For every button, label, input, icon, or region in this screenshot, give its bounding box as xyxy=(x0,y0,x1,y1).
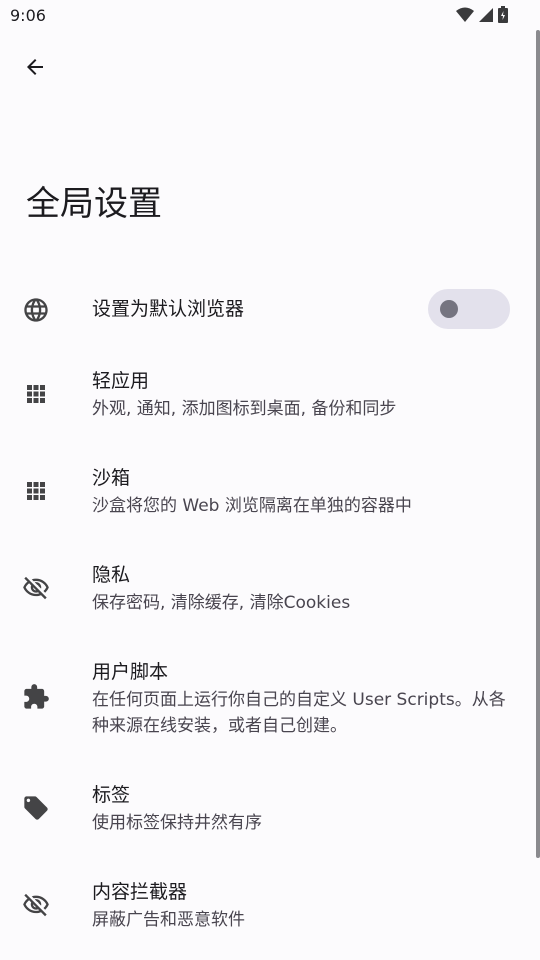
setting-tags[interactable]: 标签 使用标签保持井然有序 xyxy=(0,778,530,842)
globe-icon xyxy=(20,294,52,326)
toggle-knob xyxy=(440,300,458,318)
setting-subtitle: 屏蔽广告和恶意软件 xyxy=(92,910,245,930)
apps-grid-icon xyxy=(20,378,52,410)
back-button[interactable] xyxy=(14,46,56,88)
setting-privacy[interactable]: 隐私 保存密码, 清除缓存, 清除Cookies xyxy=(0,558,530,622)
eye-off-icon xyxy=(20,572,52,604)
setting-subtitle: 沙盒将您的 Web 浏览隔离在单独的容器中 xyxy=(92,496,412,516)
setting-subtitle: 外观, 通知, 添加图标到桌面, 备份和同步 xyxy=(92,399,397,419)
apps-grid-icon xyxy=(20,475,52,507)
setting-title: 隐私 xyxy=(92,564,131,586)
setting-title: 用户脚本 xyxy=(92,661,169,683)
setting-title: 沙箱 xyxy=(92,467,131,489)
setting-subtitle: 保存密码, 清除缓存, 清除Cookies xyxy=(92,593,351,613)
setting-sandbox[interactable]: 沙箱 沙盒将您的 Web 浏览隔离在单独的容器中 xyxy=(0,461,530,525)
setting-user-scripts[interactable]: 用户脚本 在任何页面上运行你自己的自定义 User Scripts。从各种来源在… xyxy=(0,655,530,745)
scrollbar[interactable] xyxy=(536,30,540,858)
setting-light-apps[interactable]: 轻应用 外观, 通知, 添加图标到桌面, 备份和同步 xyxy=(0,364,530,428)
wifi-icon xyxy=(456,7,474,22)
page-title: 全局设置 xyxy=(26,184,162,224)
tag-icon xyxy=(20,792,52,824)
cellular-signal-icon xyxy=(479,7,493,22)
status-time: 9:06 xyxy=(10,6,46,25)
setting-subtitle: 使用标签保持井然有序 xyxy=(92,813,262,833)
setting-title: 设置为默认浏览器 xyxy=(92,298,245,320)
status-icons xyxy=(456,6,508,23)
eye-off-icon xyxy=(20,889,52,921)
setting-title: 标签 xyxy=(92,784,131,806)
setting-default-browser[interactable]: 设置为默认浏览器 xyxy=(0,286,530,334)
setting-text: 沙箱 沙盒将您的 Web 浏览隔离在单独的容器中 xyxy=(92,465,514,519)
setting-text: 轻应用 外观, 通知, 添加图标到桌面, 备份和同步 xyxy=(92,368,514,422)
setting-text: 用户脚本 在任何页面上运行你自己的自定义 User Scripts。从各种来源在… xyxy=(92,659,510,739)
setting-text: 设置为默认浏览器 xyxy=(92,296,420,322)
battery-charging-icon xyxy=(498,6,508,23)
setting-text: 标签 使用标签保持井然有序 xyxy=(92,782,514,836)
arrow-back-icon xyxy=(27,59,43,75)
setting-title: 轻应用 xyxy=(92,370,150,392)
setting-content-blocker[interactable]: 内容拦截器 屏蔽广告和恶意软件 xyxy=(0,875,530,939)
puzzle-icon xyxy=(20,681,52,713)
status-bar: 9:06 xyxy=(0,0,540,32)
setting-subtitle: 在任何页面上运行你自己的自定义 User Scripts。从各种来源在线安装，或… xyxy=(92,690,506,736)
setting-text: 隐私 保存密码, 清除缓存, 清除Cookies xyxy=(92,562,514,616)
setting-text: 内容拦截器 屏蔽广告和恶意软件 xyxy=(92,879,514,933)
default-browser-toggle[interactable] xyxy=(428,289,510,329)
setting-title: 内容拦截器 xyxy=(92,881,188,903)
